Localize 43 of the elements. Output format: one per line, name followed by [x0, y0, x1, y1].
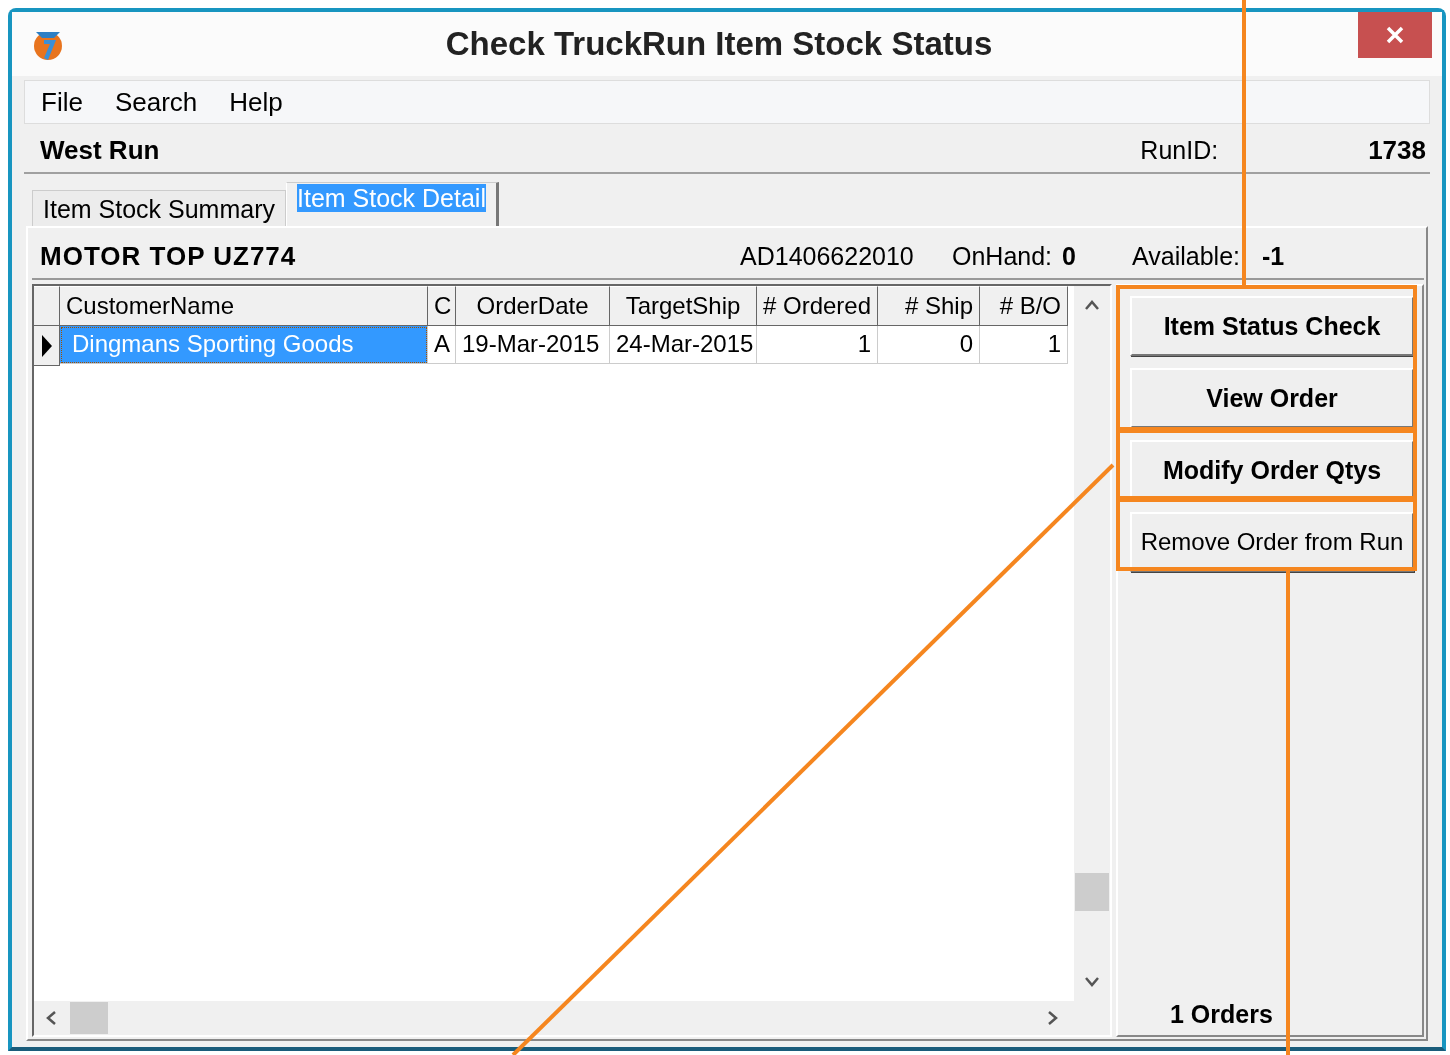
- table-cell: Dingmans Sporting Goods: [60, 326, 428, 364]
- scroll-down-icon: [1084, 977, 1100, 987]
- column-header[interactable]: CustomerName: [60, 286, 428, 326]
- window-title: Check TruckRun Item Stock Status: [444, 25, 994, 63]
- run-name: West Run: [40, 134, 161, 166]
- close-button[interactable]: [1358, 12, 1432, 58]
- scroll-thumb[interactable]: [1075, 873, 1109, 911]
- menu-item[interactable]: Help: [229, 86, 283, 118]
- table-cell: 1: [980, 326, 1068, 364]
- table-cell: 1: [757, 326, 878, 364]
- row-pointer-icon: [40, 333, 53, 358]
- column-header[interactable]: OrderDate: [456, 286, 610, 326]
- close-icon: [1385, 25, 1405, 45]
- table-cell: 19-Mar-2015: [456, 326, 610, 364]
- column-header[interactable]: # Ship: [878, 286, 980, 326]
- scroll-up-icon: [1084, 300, 1100, 310]
- scroll-right-icon: [1048, 1010, 1058, 1026]
- item-code: AD1406622010: [740, 241, 915, 271]
- column-header[interactable]: # B/O: [980, 286, 1068, 326]
- run-id-value: 1738: [1368, 134, 1426, 166]
- available-value: -1: [1262, 241, 1285, 271]
- item-name: MOTOR TOP UZ774: [40, 240, 298, 272]
- row-header[interactable]: [34, 326, 60, 366]
- menu-item[interactable]: Search: [114, 86, 198, 118]
- column-header[interactable]: TargetShip: [610, 286, 757, 326]
- tab[interactable]: Item Stock Summary: [32, 190, 286, 226]
- menu-item[interactable]: File: [41, 86, 83, 118]
- onhand-label: OnHand:: [952, 241, 1053, 271]
- order-count: 1 Orders: [1170, 1000, 1273, 1029]
- run-id-label: RunID:: [1140, 135, 1219, 165]
- table-cell: 0: [878, 326, 980, 364]
- table-cell: 24-Mar-2015: [610, 326, 757, 364]
- action-button[interactable]: View Order: [1130, 368, 1414, 428]
- scroll-thumb[interactable]: [70, 1002, 108, 1034]
- vertical-scrollbar[interactable]: [1074, 286, 1110, 1001]
- available-label: Available:: [1132, 241, 1240, 271]
- action-button[interactable]: Item Status Check: [1130, 296, 1414, 356]
- table-cell: A: [428, 326, 456, 364]
- scroll-left-icon: [46, 1010, 56, 1026]
- column-header[interactable]: C: [428, 286, 456, 326]
- onhand-value: 0: [1062, 241, 1077, 271]
- action-button[interactable]: Remove Order from Run: [1130, 512, 1414, 572]
- column-header[interactable]: # Ordered: [757, 286, 878, 326]
